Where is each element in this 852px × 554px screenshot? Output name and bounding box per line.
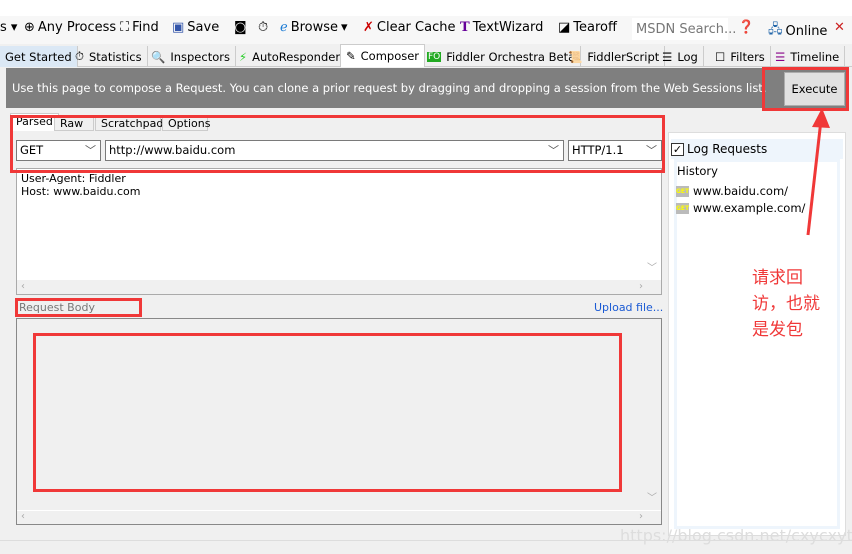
- magnifier-icon: 🔍: [151, 49, 166, 64]
- checkmark-icon: ✓: [671, 142, 684, 156]
- tab-composer[interactable]: ✎ Composer: [340, 44, 426, 67]
- annotation-arrow: [806, 108, 830, 236]
- stopwatch-icon: ⏱: [75, 49, 84, 63]
- watermark: https://blog.csdn.net/cxycxytony: [620, 526, 852, 545]
- tab-fiddler-orchestra[interactable]: FO Fiddler Orchestra Beta: [422, 46, 582, 67]
- log-icon: ☰: [662, 49, 673, 64]
- ie-icon: ℯ: [280, 20, 288, 35]
- horizontal-scrollbar[interactable]: ‹ ›: [17, 510, 661, 524]
- horizontal-scrollbar[interactable]: ‹ ›: [17, 280, 661, 294]
- annotation-box-body-label: [15, 298, 142, 317]
- crosshair-icon: ⊕: [24, 20, 35, 35]
- tab-timeline[interactable]: ☰ Timeline: [770, 46, 846, 67]
- close-icon[interactable]: ✕: [834, 20, 845, 35]
- scroll-down-icon[interactable]: ﹀: [647, 489, 657, 504]
- help-icon[interactable]: ❓: [738, 20, 754, 35]
- toolbar: s ▾ ⊕ Any Process ⛶ Find ▣ Save ◙ ⏱ ℯ Browse…: [0, 0, 852, 44]
- composer-banner: Use this page to compose a Request. You …: [6, 68, 846, 108]
- tab-filters[interactable]: ☐ Filters: [710, 46, 771, 67]
- checkbox-icon: ☐: [715, 49, 726, 64]
- annotation-box-body: [33, 333, 622, 492]
- upload-file-link[interactable]: Upload file...: [594, 301, 663, 314]
- find-button[interactable]: ⛶ Find: [120, 20, 159, 35]
- msdn-search-input[interactable]: MSDN Search...: [632, 18, 736, 40]
- timeline-icon: ☰: [775, 49, 786, 64]
- timer-button[interactable]: ⏱: [258, 20, 268, 35]
- script-icon: 📜: [568, 49, 583, 64]
- tab-fiddlerscript[interactable]: 📜 FiddlerScript: [563, 46, 666, 67]
- tearoff-icon: ◪: [558, 20, 571, 35]
- textwizard-icon: T: [460, 20, 470, 35]
- tab-bar: Get Started ⏱ Statistics 🔍 Inspectors ⚡ Aut…: [0, 44, 852, 67]
- save-icon: ▣: [172, 20, 185, 35]
- lightning-icon: ⚡: [239, 49, 248, 64]
- binoculars-icon: ⛶: [120, 20, 130, 35]
- scroll-down-icon[interactable]: ﹀: [647, 262, 657, 275]
- pencil-icon: ✎: [346, 49, 356, 63]
- textwizard-button[interactable]: T TextWizard: [460, 20, 543, 35]
- tab-autoresponder[interactable]: ⚡ AutoResponder: [234, 46, 347, 67]
- annotation-text: 请求回 访，也就 是发包: [752, 268, 820, 340]
- online-button[interactable]: 🖧 Online: [768, 20, 827, 42]
- toolbar-overflow[interactable]: s ▾: [0, 20, 17, 35]
- history-item[interactable]: GET www.baidu.com/: [676, 184, 788, 198]
- clear-cache-button[interactable]: ✗ Clear Cache: [363, 20, 455, 35]
- tab-statistics[interactable]: ⏱ Statistics: [70, 46, 148, 67]
- tearoff-button[interactable]: ◪ Tearoff: [558, 20, 617, 35]
- divider: [0, 540, 852, 541]
- history-item[interactable]: GET www.example.com/: [676, 201, 805, 215]
- tab-log[interactable]: ☰ Log: [657, 46, 704, 67]
- stopwatch-icon: ⏱: [258, 20, 269, 35]
- history-label: History: [677, 164, 718, 178]
- camera-icon: ◙: [234, 20, 247, 35]
- network-icon: 🖧: [768, 22, 783, 37]
- save-button[interactable]: ▣ Save: [172, 20, 219, 35]
- clear-cache-icon: ✗: [363, 20, 374, 35]
- request-headers-textarea[interactable]: User-Agent: Fiddler Host: www.baidu.com …: [16, 168, 662, 295]
- tab-get-started[interactable]: Get Started: [0, 46, 78, 67]
- fo-icon: FO: [427, 51, 442, 62]
- annotation-box-request-line: [10, 115, 665, 173]
- browse-button[interactable]: ℯ Browse ▾: [280, 20, 348, 35]
- screenshot-button[interactable]: ◙: [234, 20, 247, 35]
- any-process-button[interactable]: ⊕ Any Process: [24, 20, 116, 35]
- tab-inspectors[interactable]: 🔍 Inspectors: [146, 46, 236, 67]
